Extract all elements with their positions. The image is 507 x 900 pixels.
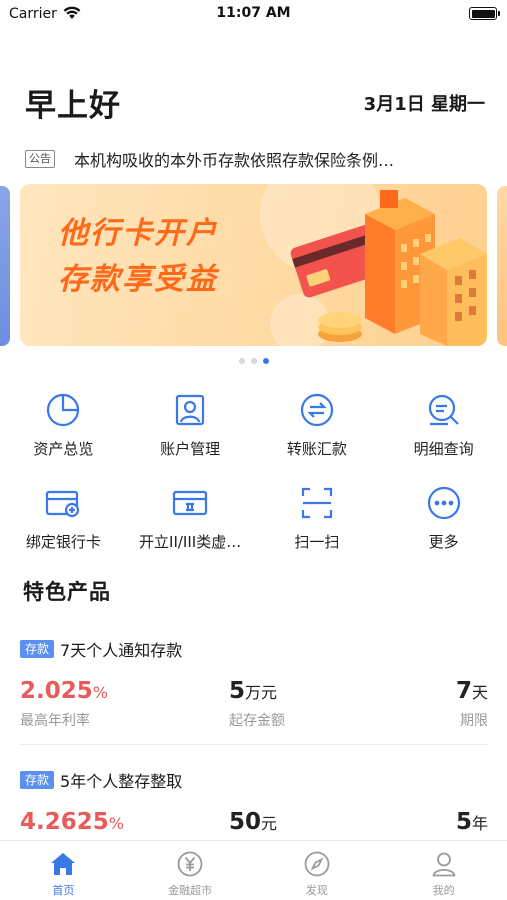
action-label: 明细查询 [413, 440, 474, 458]
action-details-query[interactable]: 明细查询 [380, 388, 507, 481]
banner-slide[interactable]: 他行卡开户 存款享受益 [20, 184, 487, 346]
min-amount: 50 [229, 809, 262, 835]
notice-tag: 公告 [25, 150, 55, 168]
tab-label: 金融超市 [168, 884, 213, 897]
term-unit: 年 [471, 814, 488, 833]
tab-mine[interactable]: 我的 [380, 841, 507, 900]
carousel-indicator [0, 358, 507, 364]
action-scan[interactable]: 扫一扫 [254, 481, 381, 574]
battery-icon [469, 7, 500, 20]
product-tag: 存款 [20, 771, 55, 789]
action-transfer[interactable]: 转账汇款 [254, 388, 381, 481]
action-label: 扫一扫 [294, 533, 340, 551]
pie-chart-icon [43, 390, 83, 430]
banner-illustration [290, 190, 487, 346]
banner-subheadline: 存款享受益 [58, 262, 218, 297]
greeting-title: 早上好 [25, 88, 121, 124]
date-label: 3月1日 星期一 [363, 94, 485, 115]
banner-carousel[interactable]: 他行卡开户 存款享受益 [0, 184, 507, 346]
tab-label: 发现 [305, 884, 328, 897]
action-open-virtual-account[interactable]: 开立II/III类虚… [127, 481, 254, 574]
bind-card-icon [43, 483, 83, 523]
action-label: 绑定银行卡 [25, 533, 101, 551]
carousel-dot[interactable] [238, 358, 245, 364]
term-unit: 天 [471, 683, 488, 702]
banner-headline: 他行卡开户 [58, 216, 218, 251]
action-account-management[interactable]: 账户管理 [127, 388, 254, 481]
action-label: 开立II/III类虚… [139, 533, 242, 551]
term-label: 期限 [460, 713, 488, 729]
carousel-dot-active[interactable] [262, 358, 269, 364]
tab-home[interactable]: 首页 [0, 841, 127, 900]
banner-prev-peek [0, 186, 10, 346]
tab-discover[interactable]: 发现 [254, 841, 381, 900]
product-rate: 4.2625 [20, 809, 109, 835]
user-icon [430, 850, 458, 878]
rate-label: 最高年利率 [20, 713, 90, 729]
clock: 11:07 AM [216, 5, 291, 21]
action-asset-overview[interactable]: 资产总览 [0, 388, 127, 481]
rate-unit: % [92, 683, 108, 702]
quick-actions-grid: 资产总览 账户管理 转账汇款 明细查询 绑定银行卡 开立II/III类虚… 扫一… [0, 388, 507, 574]
action-label: 更多 [428, 533, 459, 551]
term-value: 5 [455, 809, 472, 835]
tab-label: 首页 [52, 884, 75, 897]
term-value: 7 [455, 678, 472, 704]
tab-label: 我的 [432, 884, 455, 897]
tab-finance-market[interactable]: 金融超市 [127, 841, 254, 900]
notice-text: 本机构吸收的本外币存款依照存款保险条例… [74, 151, 395, 170]
product-name: 5年个人整存整取 [60, 772, 183, 791]
featured-products-title: 特色产品 [23, 580, 111, 604]
rate-unit: % [108, 814, 124, 833]
home-icon [49, 850, 77, 878]
action-more[interactable]: 更多 [380, 481, 507, 574]
compass-icon [303, 850, 331, 878]
action-label: 账户管理 [160, 440, 221, 458]
virtual-account-icon [170, 483, 210, 523]
min-amount-unit: 元 [261, 814, 278, 833]
min-amount: 5 [229, 678, 246, 704]
banner-next-peek [497, 186, 507, 346]
more-icon [424, 483, 464, 523]
action-label: 转账汇款 [286, 440, 347, 458]
product-name: 7天个人通知存款 [60, 641, 183, 660]
min-amount-label: 起存金额 [229, 713, 285, 729]
product-rate: 2.025 [20, 678, 93, 704]
divider [20, 744, 488, 745]
account-card-icon [170, 390, 210, 430]
action-label: 资产总览 [33, 440, 94, 458]
yuan-icon [176, 850, 204, 878]
notice-bar[interactable]: 公告 本机构吸收的本外币存款依照存款保险条例… [25, 148, 485, 170]
carousel-dot[interactable] [250, 358, 257, 364]
action-bind-card[interactable]: 绑定银行卡 [0, 481, 127, 574]
min-amount-unit: 万元 [245, 683, 278, 702]
product-card[interactable]: 存款 7天个人通知存款 2.025% 最高年利率 5万元 起存金额 7天 期限 [20, 638, 488, 745]
product-tag: 存款 [20, 640, 55, 658]
status-bar: Carrier 11:07 AM [0, 0, 507, 30]
details-search-icon [424, 390, 464, 430]
bottom-tab-bar: 首页 金融超市 发现 我的 [0, 840, 507, 900]
transfer-icon [297, 390, 337, 430]
scan-icon [297, 483, 337, 523]
